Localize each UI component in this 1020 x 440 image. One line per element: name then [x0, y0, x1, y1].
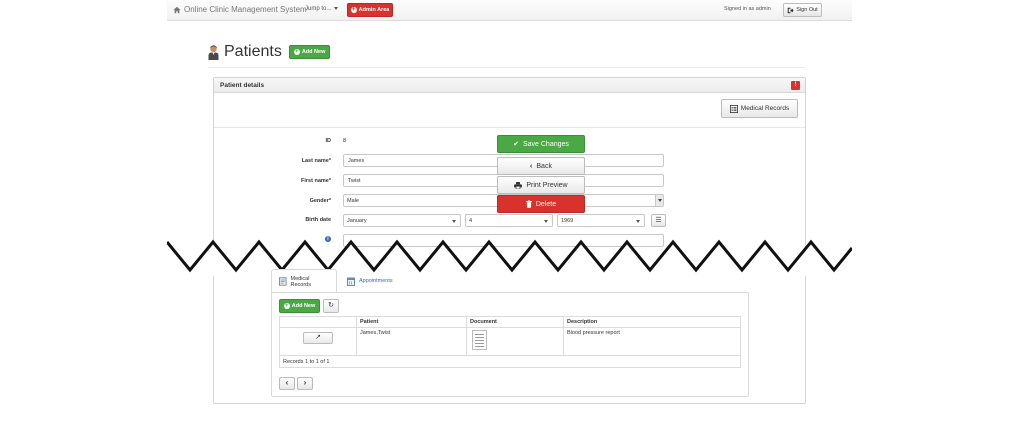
tab-appointments[interactable]: Appointments [340, 269, 400, 293]
records-count: Records 1 to 1 of 1 [279, 355, 741, 368]
page-title: Patients [224, 43, 282, 60]
records-table: Patient Document Description ↗ James,Twi… [279, 316, 741, 368]
table-footer-row: Records 1 to 1 of 1 [279, 355, 741, 368]
chevron-left-icon: ‹ [285, 378, 289, 387]
save-label: Save Changes [522, 140, 569, 148]
signed-in-text: Signed in as admin [724, 6, 771, 12]
jump-to-dropdown[interactable]: Jump to... [305, 6, 339, 12]
cell-document [466, 327, 564, 356]
add-new-label: Add New [301, 49, 326, 55]
row-action-cell: ↗ [279, 327, 357, 356]
top-navbar: Online Clinic Management System Jump to.… [167, 0, 852, 21]
add-new-patient-button[interactable]: + Add New [288, 45, 331, 59]
id-value: 8 [343, 138, 347, 144]
save-changes-button[interactable]: ✔ Save Changes [497, 135, 585, 153]
prev-page-button[interactable]: ‹ [279, 377, 295, 390]
brand-label: Online Clinic Management System [184, 5, 307, 14]
alert-icon[interactable]: ! [791, 81, 800, 90]
print-label: Print Preview [526, 181, 568, 189]
chevron-down-icon [655, 195, 663, 206]
birth-day-value: 4 [469, 218, 473, 224]
back-button[interactable]: ‹ Back [497, 157, 585, 175]
birth-date-label: Birth date [305, 217, 331, 223]
list-icon[interactable]: ☰ [651, 214, 666, 227]
plus-circle-icon: + [283, 303, 290, 309]
home-icon [173, 6, 181, 13]
panel-header: Patient details ! [214, 78, 805, 93]
trash-icon [525, 200, 532, 208]
tab-appointments-label: Appointments [359, 278, 393, 284]
refresh-button[interactable]: ↻ [323, 299, 339, 313]
heading-divider [208, 67, 805, 68]
chevron-left-icon: ‹ [530, 162, 533, 170]
brand-link[interactable]: Online Clinic Management System [173, 5, 307, 14]
checkmark-icon: ✔ [513, 141, 519, 148]
next-page-button[interactable]: › [297, 377, 313, 390]
plus-circle-icon: + [293, 49, 300, 55]
jump-label: Jump to... [305, 6, 332, 12]
gender-label: Gender* [309, 198, 331, 204]
chevron-right-icon: › [303, 378, 307, 387]
column-header-description: Description [563, 316, 741, 328]
birth-year-value: 1969 [561, 218, 574, 224]
gender-value: Male [347, 198, 359, 204]
caret-down-icon [636, 220, 640, 223]
sign-out-icon [787, 7, 794, 13]
first-name-label: First name* [301, 178, 331, 184]
medical-records-button[interactable]: Medical Records [721, 99, 798, 118]
medical-records-label: Medical Records [740, 105, 790, 112]
list-alt-icon [729, 104, 738, 113]
refresh-icon: ↻ [328, 302, 334, 309]
zigzag-break [167, 239, 852, 276]
document-icon [279, 277, 287, 286]
column-header-document: Document [466, 316, 564, 328]
sign-out-button[interactable]: Sign Out [783, 3, 822, 17]
print-icon [514, 181, 523, 189]
id-label: ID [325, 138, 332, 144]
document-thumbnail[interactable] [472, 330, 487, 350]
open-external-icon: ↗ [315, 334, 321, 341]
delete-button[interactable]: Delete [497, 195, 585, 213]
column-header-patient: Patient [356, 316, 467, 328]
sign-out-label: Sign Out [796, 7, 818, 13]
person-icon [208, 44, 219, 60]
page-heading: Patients + Add New [208, 43, 331, 61]
delete-label: Delete [535, 200, 557, 208]
birth-month-select[interactable]: January [343, 214, 461, 227]
cell-patient: James,Twist [356, 327, 467, 356]
back-label: Back [536, 162, 552, 170]
panel-divider [214, 127, 805, 128]
tab-medical-records-label: Medical Records [290, 275, 311, 288]
panel-title: Patient details [220, 82, 265, 89]
add-record-label: Add New [291, 303, 316, 309]
print-preview-button[interactable]: Print Preview [497, 176, 585, 194]
caret-down-icon [334, 6, 339, 10]
calendar-icon [347, 277, 355, 286]
last-name-label: Last name* [301, 158, 331, 164]
tab-medical-records[interactable]: Medical Records [271, 269, 337, 293]
birth-day-select[interactable]: 4 [465, 214, 553, 227]
plus-circle-icon: + [350, 7, 357, 13]
caret-down-icon [544, 220, 548, 223]
table-header-row: Patient Document Description [279, 316, 741, 328]
admin-area-button[interactable]: + Admin Area [347, 3, 393, 17]
birth-year-select[interactable]: 1969 [557, 214, 645, 227]
column-header [279, 316, 357, 328]
birth-month-value: January [347, 218, 367, 224]
admin-area-label: Admin Area [358, 7, 390, 13]
add-record-button[interactable]: + Add New [279, 299, 320, 313]
table-row: ↗ James,Twist Blood pressure report [279, 327, 741, 356]
caret-down-icon [452, 220, 456, 223]
open-record-button[interactable]: ↗ [303, 332, 333, 344]
cell-description: Blood pressure report [563, 327, 741, 356]
